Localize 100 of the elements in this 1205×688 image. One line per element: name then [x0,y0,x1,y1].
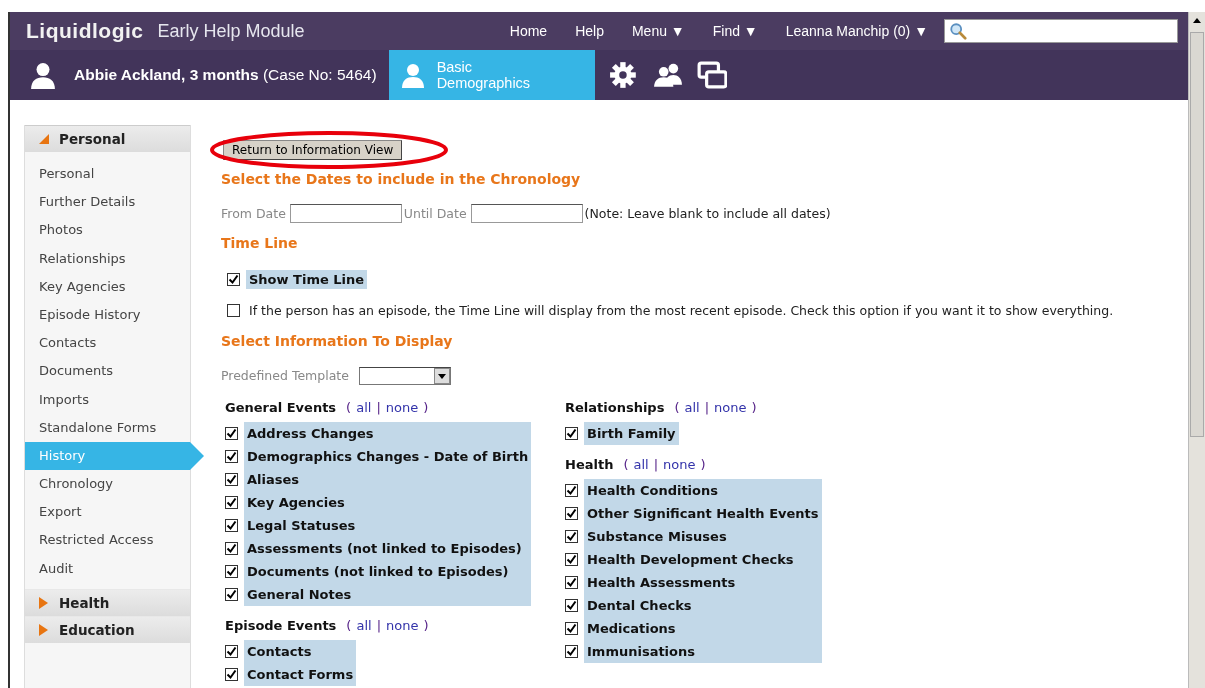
sidebar-item[interactable]: Audit [25,554,204,583]
separator-text: | [376,400,381,415]
checkbox[interactable] [565,553,578,566]
triangle-right-icon [39,623,49,636]
checkbox[interactable] [565,622,578,635]
separator-text: | [376,618,381,633]
sidebar-item[interactable]: Photos [25,216,204,245]
app-logo: Liquidlogic [26,19,144,43]
triangle-right-icon [39,596,49,609]
select-all-link[interactable]: all [356,400,372,415]
sidebar-item[interactable]: Documents [25,357,204,386]
field-label: From Date [221,206,286,221]
bracket-text: ) [751,400,757,415]
section-heading: Time Line [221,234,299,253]
checkbox[interactable] [565,530,578,543]
field-label: Predefined Template [221,368,349,383]
select-all-link[interactable]: all [684,400,700,415]
sidebar-section-header[interactable]: Health [25,588,190,616]
sidebar-item[interactable]: Imports [25,385,204,414]
select-none-link[interactable]: none [386,618,419,633]
sidebar-item[interactable]: Export [25,498,204,527]
people-icon [652,61,683,89]
sidebar-item[interactable]: Personal [25,160,204,189]
checkbox[interactable] [565,645,578,658]
sidebar-item[interactable]: Contacts [25,329,204,358]
checkbox-label: Medications [584,617,822,640]
group-title: General Events [225,400,337,415]
checkbox[interactable] [225,565,238,578]
select-all-link[interactable]: all [356,618,372,633]
group-title: Relationships [565,400,665,415]
select-none-link[interactable]: none [385,400,419,415]
bracket-text: ( [623,457,629,472]
checkbox-label: Assessments (not linked to Episodes) [244,537,532,560]
checkbox-label: Birth Family [584,422,679,445]
date-field[interactable] [289,204,402,223]
sidebar-item[interactable]: Key Agencies [25,272,204,301]
checkbox[interactable] [565,484,578,497]
triangle-down-icon [39,133,49,145]
sidebar-item[interactable]: Further Details [25,188,204,217]
checkbox-label: General Notes [244,583,532,606]
checkbox[interactable] [225,668,238,681]
section-heading: Select Information To Display [221,332,454,351]
nav-link[interactable]: Home [509,23,548,39]
checkbox[interactable] [225,542,238,555]
select-none-link[interactable]: none [663,457,696,472]
checkbox[interactable] [225,496,238,509]
checkbox-label: Substance Misuses [584,525,822,548]
separator-text: | [653,457,659,472]
bracket-text: ( [346,400,352,415]
gear-icon [608,61,639,89]
checkbox-label: Key Agencies [244,491,532,514]
checkbox[interactable] [225,645,238,658]
checkbox-label: If the person has an episode, the Time Line will display from the most recent episode. Check this option if you want it to show everything. [248,302,1115,320]
checkbox[interactable] [227,273,240,286]
checkbox[interactable] [565,599,578,612]
checkbox-label: Address Changes [244,422,532,445]
group-title: Health [565,457,614,472]
checkbox-label: Health Assessments [584,571,822,594]
module-title: Early Help Module [157,20,305,42]
checkbox[interactable] [225,427,238,440]
nav-link[interactable]: Find ▼ [712,23,758,39]
date-field[interactable] [470,204,583,223]
field-label: Until Date [403,206,467,221]
checkbox[interactable] [565,427,578,440]
bracket-text: ) [423,618,429,633]
sidebar-item[interactable]: Restricted Access [25,526,204,555]
sidebar-item[interactable]: Episode History [25,300,204,330]
sidebar-section-header[interactable]: Personal [25,125,190,152]
bracket-text: ( [346,618,352,633]
select-all-link[interactable]: all [633,457,649,472]
sidebar-item[interactable]: Standalone Forms [25,413,204,442]
person-icon [30,60,56,90]
select-none-link[interactable]: none [714,400,747,415]
search-field[interactable] [944,19,1178,43]
bracket-text: ) [423,400,429,415]
checkbox[interactable] [225,450,238,463]
nav-link[interactable]: Leanna Manchip (0) ▼ [785,23,928,39]
checkbox-label: Health Development Checks [584,548,822,571]
scrollbar[interactable] [1188,12,1205,688]
checkbox-label: Show Time Line [246,270,368,289]
nav-link[interactable]: Help [575,23,604,39]
return-button[interactable]: Return to Information View [223,140,403,160]
checkbox-label: Aliases [244,468,532,491]
sidebar-item[interactable]: Relationships [25,244,204,273]
sidebar-section-header[interactable]: Education [25,615,190,643]
nav-link[interactable]: Menu ▼ [631,23,685,39]
windows-icon [696,61,727,89]
sidebar-item[interactable]: Chronology [25,470,204,499]
checkbox[interactable] [225,519,238,532]
checkbox[interactable] [225,473,238,486]
checkbox[interactable] [565,507,578,520]
separator-text: | [704,400,710,415]
checkbox[interactable] [227,304,240,317]
checkbox-label: Demographics Changes - Date of Birth [244,445,532,468]
section-heading: Select the Dates to include in the Chronology [221,170,582,189]
search-icon [949,22,967,40]
template-dropdown[interactable] [358,366,451,385]
scrollbar-thumb[interactable] [1190,32,1204,437]
checkbox[interactable] [225,588,238,601]
checkbox[interactable] [565,576,578,589]
